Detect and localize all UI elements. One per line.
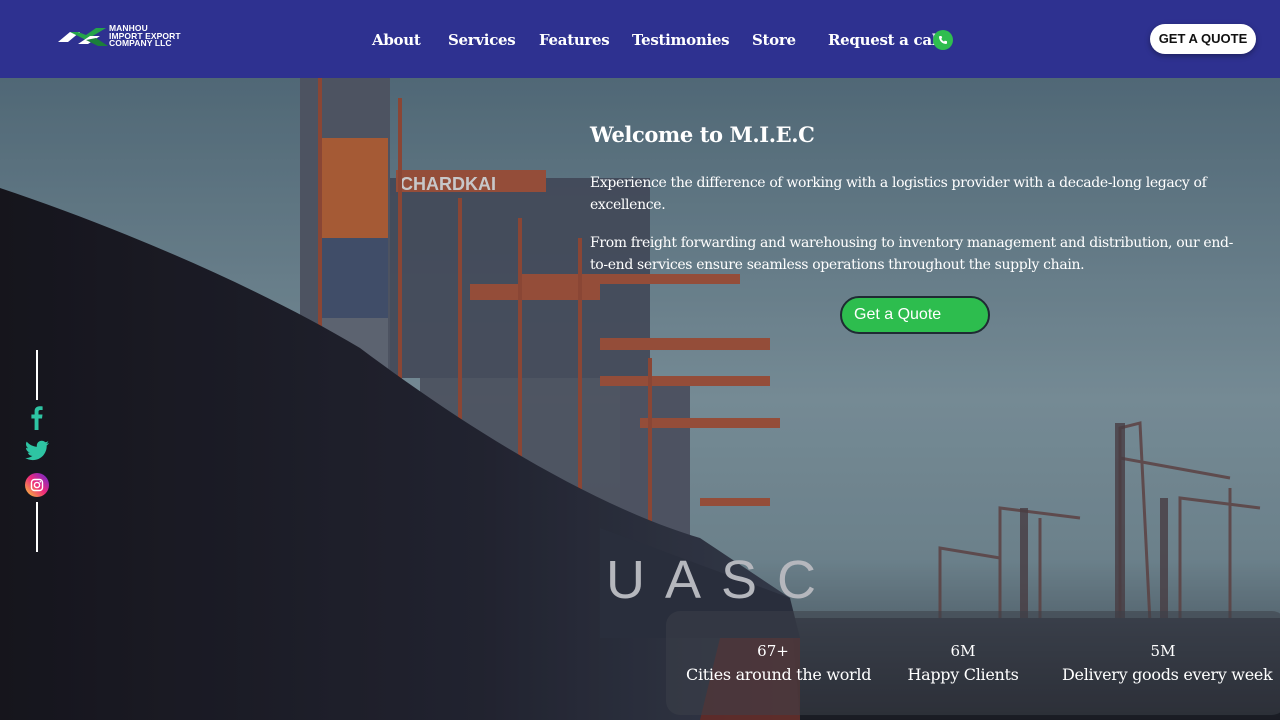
stat-deliveries: 5M Delivery goods every week [1062, 641, 1273, 689]
nav-store[interactable]: Store [752, 28, 796, 52]
phone-icon[interactable] [933, 30, 953, 50]
company-logo[interactable]: MANHOU IMPORT EXPORT COMPANY LLC [56, 24, 196, 50]
hero-title: Welcome to M.I.E.C [590, 122, 815, 147]
nav-testimonies[interactable]: Testimonies [632, 28, 730, 52]
site-header: MANHOU IMPORT EXPORT COMPANY LLC About S… [0, 0, 1280, 78]
social-divider-bottom [36, 502, 38, 552]
logo-mark-icon [58, 28, 108, 46]
hero-paragraph-1: Experience the difference of working wit… [590, 175, 1207, 213]
nav-features[interactable]: Features [539, 28, 610, 52]
stat-cities: 67+ Cities around the world [686, 641, 872, 689]
stat-label: Cities around the world [686, 665, 872, 684]
hero-section: CHARDKAI UASC Welcome to M.I.E.C Experie… [0, 78, 1280, 720]
stat-label: Happy Clients [907, 665, 1019, 684]
stat-value: 6M [950, 642, 976, 660]
facebook-icon[interactable] [25, 404, 49, 430]
nav-request-call[interactable]: Request a call [828, 28, 943, 52]
nav-services[interactable]: Services [448, 28, 516, 52]
stat-value: 5M [1150, 642, 1176, 660]
stat-clients: 6M Happy Clients [903, 641, 1023, 689]
logo-text: MANHOU IMPORT EXPORT COMPANY LLC [109, 24, 181, 49]
stat-label: Delivery goods every week [1062, 665, 1273, 684]
twitter-icon[interactable] [25, 440, 49, 464]
get-quote-header-button[interactable]: GET A QUOTE [1150, 24, 1256, 54]
logo-line-3: COMPANY LLC [109, 38, 172, 49]
hero-paragraph-2: From freight forwarding and warehousing … [590, 235, 1233, 273]
instagram-icon[interactable] [25, 473, 49, 497]
social-divider-top [36, 350, 38, 400]
get-quote-hero-button[interactable]: Get a Quote [840, 296, 990, 334]
stat-value: 67+ [757, 642, 789, 660]
nav-about[interactable]: About [372, 28, 421, 52]
stats-panel: 67+ Cities around the world 6M Happy Cli… [666, 611, 1280, 715]
